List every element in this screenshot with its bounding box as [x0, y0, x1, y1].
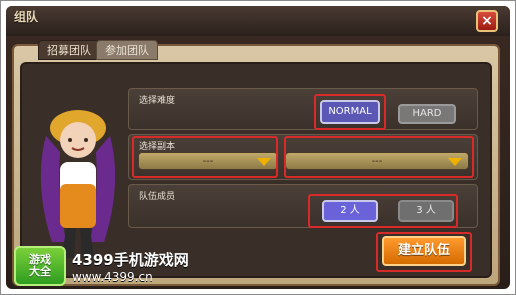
- tab-recruit[interactable]: 招募团队: [38, 40, 100, 60]
- dungeon-right-dropdown[interactable]: ---: [285, 152, 469, 170]
- watermark-texts: 4399手机游戏网 www.4399.cn: [72, 249, 189, 284]
- dungeon-right-value: ---: [371, 156, 383, 167]
- members-2-button[interactable]: 2 人: [322, 200, 378, 222]
- title-bar: [6, 6, 510, 36]
- watermark-badge: 游戏 大全: [14, 246, 66, 286]
- chevron-down-icon: [448, 158, 462, 166]
- character-illustration: [40, 110, 116, 258]
- tab-join[interactable]: 参加团队: [96, 40, 158, 60]
- members-3-button[interactable]: 3 人: [398, 200, 454, 222]
- watermark-badge-line2: 大全: [29, 265, 51, 278]
- window-title: 组队: [14, 10, 39, 24]
- watermark: 游戏 大全 4399手机游戏网 www.4399.cn: [14, 246, 204, 286]
- close-button[interactable]: ×: [476, 10, 498, 32]
- difficulty-normal-button[interactable]: NORMAL: [320, 100, 380, 124]
- chevron-down-icon: [257, 158, 271, 166]
- members-title: 队伍成员: [139, 192, 176, 202]
- dungeon-title: 选择副本: [139, 142, 176, 152]
- watermark-brand: 4399手机游戏网: [72, 250, 189, 269]
- watermark-url: www.4399.cn: [72, 269, 153, 284]
- create-team-button[interactable]: 建立队伍: [382, 236, 466, 266]
- difficulty-title: 选择难度: [139, 96, 176, 106]
- dungeon-left-dropdown[interactable]: ---: [138, 152, 278, 170]
- difficulty-hard-button[interactable]: HARD: [398, 104, 456, 124]
